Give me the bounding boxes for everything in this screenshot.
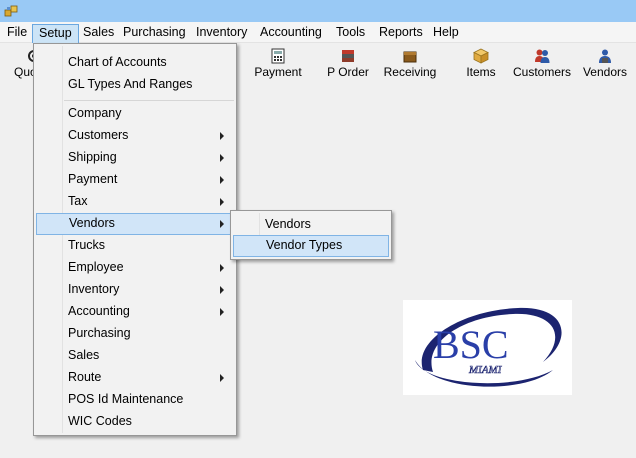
menu-tools[interactable]: Tools — [330, 24, 371, 43]
logo-graphic: BSC MIAMI — [415, 307, 562, 387]
toolbar-receiving-label: Receiving — [383, 65, 437, 79]
menu-item-tax[interactable]: Tax — [36, 191, 234, 213]
submenu-arrow-icon — [220, 132, 224, 140]
menu-separator — [64, 100, 234, 101]
menu-item-label: Trucks — [68, 238, 106, 252]
menu-item-shipping[interactable]: Shipping — [36, 147, 234, 169]
menu-item-label: Vendors — [265, 217, 311, 231]
vendors-icon — [599, 49, 611, 63]
menu-sales[interactable]: Sales — [77, 24, 120, 43]
submenu-arrow-icon — [220, 264, 224, 272]
menu-item-label: Shipping — [68, 150, 117, 164]
menu-help[interactable]: Help — [427, 24, 465, 43]
menu-item-label: Vendor Types — [266, 238, 343, 252]
menu-item-label: Payment — [68, 172, 118, 186]
menu-file[interactable]: File — [1, 24, 33, 43]
menu-item-inventory[interactable]: Inventory — [36, 279, 234, 301]
menu-item-label: Employee — [68, 260, 124, 274]
menu-bar: File Setup Sales Purchasing Inventory Ac… — [0, 22, 636, 43]
toolbar-payment-label: Payment — [254, 65, 302, 79]
menu-inventory[interactable]: Inventory — [190, 24, 253, 43]
menu-item-company[interactable]: Company — [36, 103, 234, 125]
menu-item-label: Customers — [68, 128, 129, 142]
window-title-bar — [0, 0, 636, 22]
menu-item-label: Vendors — [69, 216, 115, 230]
items-box-icon — [473, 48, 489, 64]
menu-item-label: Route — [68, 370, 102, 384]
customers-icon — [535, 49, 550, 63]
submenu-arrow-icon — [220, 154, 224, 162]
menu-item-label: POS Id Maintenance — [68, 392, 184, 406]
submenu-arrow-icon — [220, 198, 224, 206]
menu-item-route[interactable]: Route — [36, 367, 234, 389]
menu-item-label: Purchasing — [68, 326, 131, 340]
menu-item-purchasing[interactable]: Purchasing — [36, 323, 234, 345]
toolbar-vendors-button[interactable]: Vendors — [570, 46, 636, 84]
toolbar-items-button[interactable]: Items — [446, 46, 516, 84]
vendors-submenu: Vendors Vendor Types — [230, 210, 392, 260]
submenu-arrow-icon — [220, 176, 224, 184]
purchase-order-icon — [342, 50, 354, 62]
submenu-item-vendor-types[interactable]: Vendor Types — [233, 235, 389, 257]
menu-item-label: Sales — [68, 348, 100, 362]
menu-accounting[interactable]: Accounting — [254, 24, 328, 43]
toolbar-items-label: Items — [466, 65, 496, 79]
menu-item-employee[interactable]: Employee — [36, 257, 234, 279]
toolbar-porder-button[interactable]: P Order — [313, 46, 383, 84]
menu-item-gl-types[interactable]: GL Types And Ranges — [36, 74, 234, 96]
menu-setup[interactable]: Setup — [32, 24, 79, 43]
bsc-miami-logo: BSC MIAMI — [403, 300, 572, 395]
setup-dropdown-menu: Chart of Accounts GL Types And Ranges Co… — [33, 43, 237, 436]
logo-subtext: MIAMI — [468, 364, 503, 376]
menu-item-label: GL Types And Ranges — [68, 77, 193, 91]
submenu-arrow-icon — [220, 286, 224, 294]
receiving-icon — [403, 51, 417, 63]
menu-item-trucks[interactable]: Trucks — [36, 235, 234, 257]
menu-item-label: Company — [68, 106, 122, 120]
menu-item-label: Accounting — [68, 304, 130, 318]
payment-icon — [271, 48, 285, 64]
menu-item-payment[interactable]: Payment — [36, 169, 234, 191]
menu-purchasing[interactable]: Purchasing — [117, 24, 192, 43]
toolbar-receiving-button[interactable]: Receiving — [375, 46, 445, 84]
menu-item-label: WIC Codes — [68, 414, 132, 428]
submenu-item-vendors[interactable]: Vendors — [233, 214, 389, 236]
menu-reports[interactable]: Reports — [373, 24, 429, 43]
menu-item-wic-codes[interactable]: WIC Codes — [36, 411, 234, 433]
menu-item-label: Tax — [68, 194, 88, 208]
toolbar-vendors-label: Vendors — [582, 65, 628, 79]
menu-item-customers[interactable]: Customers — [36, 125, 234, 147]
submenu-arrow-icon — [220, 220, 224, 228]
submenu-arrow-icon — [220, 374, 224, 382]
submenu-arrow-icon — [220, 308, 224, 316]
menu-item-label: Inventory — [68, 282, 120, 296]
menu-item-label: Chart of Accounts — [68, 55, 167, 69]
menu-item-pos-id-maintenance[interactable]: POS Id Maintenance — [36, 389, 234, 411]
menu-item-vendors[interactable]: Vendors — [36, 213, 234, 235]
toolbar-payment-button[interactable]: Payment — [243, 46, 313, 84]
menu-item-accounting[interactable]: Accounting — [36, 301, 234, 323]
toolbar-porder-label: P Order — [327, 65, 369, 79]
toolbar-customers-label: Customers — [512, 65, 571, 79]
app-icon — [4, 5, 18, 17]
menu-item-chart-of-accounts[interactable]: Chart of Accounts — [36, 52, 234, 74]
menu-item-sales[interactable]: Sales — [36, 345, 234, 367]
logo-text: BSC — [433, 322, 509, 367]
toolbar-customers-button[interactable]: Customers — [507, 46, 577, 84]
